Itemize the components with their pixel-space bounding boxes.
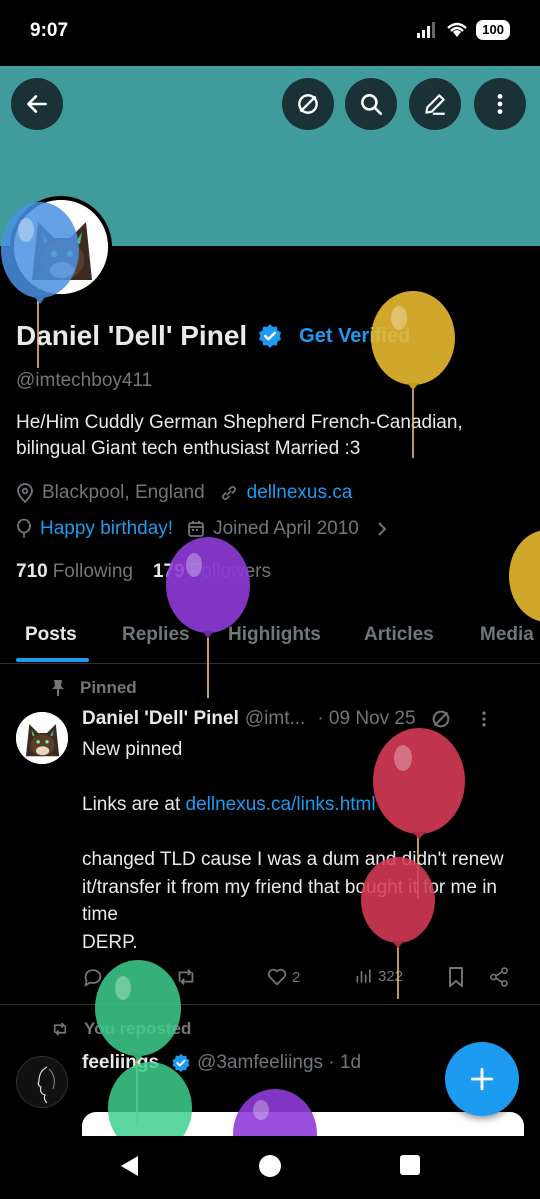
post-avatar[interactable] [16,712,68,764]
fox-avatar-icon [16,712,68,764]
active-tab-indicator [16,658,89,662]
grok-button[interactable] [282,78,334,130]
more-vertical-icon [497,94,503,114]
balloon-icon [361,857,435,999]
signal-icon [417,22,436,38]
more-options-button[interactable] [474,78,526,130]
status-time: 9:07 [30,20,69,41]
verified-badge-icon [259,324,282,348]
arrow-left-icon [27,95,47,113]
balloon-icon [108,1062,192,1136]
grok-icon [298,94,318,114]
post-link[interactable]: dellnexus.ca/links.html [186,794,376,815]
status-bar: 9:07 100 [0,0,540,66]
like-count: 2 [292,968,301,986]
balloon-icon [1,202,79,368]
balloon-icon [17,519,31,538]
post-divider [0,1004,540,1005]
face-outline-avatar-icon [17,1057,67,1107]
bookmark-button[interactable] [446,966,466,988]
website-link[interactable]: dellnexus.ca [247,482,353,504]
repost-handle-date: @3amfeeliings · 1d [197,1052,362,1073]
tab-posts[interactable]: Posts [25,624,77,646]
birthday-text: Happy birthday! [40,518,174,539]
battery-indicator: 100 [476,20,510,40]
balloon-icon [509,530,540,622]
share-button[interactable] [488,966,510,988]
heart-icon [267,968,287,986]
repost-icon [53,1022,67,1036]
search-icon [361,94,383,116]
location-item: Blackpool, England [16,482,205,504]
search-button[interactable] [345,78,397,130]
plus-icon [470,1067,494,1091]
nav-home-icon[interactable] [258,1154,282,1178]
profile-handle: @imtechboy411 [16,370,153,391]
post-line-4: DERP. [82,931,138,953]
pinned-label: Pinned [80,678,137,697]
bookmark-icon [449,967,463,987]
balloon-icon [371,291,455,458]
tab-articles[interactable]: Articles [364,624,434,646]
location-text: Blackpool, England [42,482,205,503]
chevron-right-icon[interactable] [375,521,389,537]
location-pin-icon [17,483,33,503]
nav-recents-icon[interactable] [399,1154,421,1176]
edit-button[interactable] [409,78,461,130]
pin-icon [52,680,64,696]
back-button[interactable] [11,78,63,130]
pinned-indicator: Pinned [50,678,137,698]
wifi-icon [447,22,468,37]
website-item[interactable]: dellnexus.ca [219,482,353,504]
post-author[interactable]: Daniel 'Dell' Pinel [82,708,239,730]
balloon-icon [166,537,250,698]
following-label: Following [52,561,133,582]
status-icons: 100 [416,20,510,40]
link-icon [221,486,236,500]
repost-avatar[interactable] [16,1056,68,1108]
profile-tabs: Posts Replies Highlights Articles Media [0,604,540,664]
pencil-icon [425,94,445,115]
like-button[interactable]: 2 [266,966,300,988]
compose-button[interactable] [445,1042,519,1116]
profile-meta-row-1: Blackpool, England dellnexus.ca [16,482,366,504]
following-link[interactable]: 710 Following [16,561,133,583]
birthday-item: Happy birthday! [16,518,173,540]
share-icon [490,967,508,987]
nav-back-icon[interactable] [118,1154,140,1178]
balloon-icon [233,1089,317,1136]
system-nav-bar [0,1136,540,1199]
more-vertical-icon[interactable] [474,709,494,729]
post-handle: @imt... [244,708,306,729]
following-count: 710 [16,561,48,582]
